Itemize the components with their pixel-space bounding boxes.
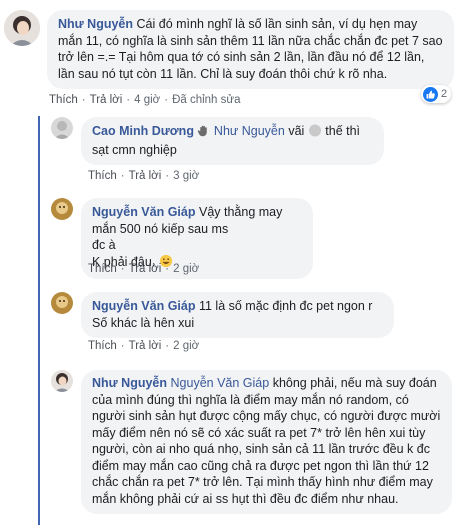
reply-link[interactable]: Trả lời xyxy=(129,263,162,275)
like-link[interactable]: Thích xyxy=(88,340,117,352)
avatar[interactable] xyxy=(51,198,73,220)
avatar[interactable] xyxy=(51,292,73,314)
edited-label: Đã chỉnh sửa xyxy=(172,94,241,106)
comment-actions: Thích · Trả lời · 2 giờ xyxy=(88,263,200,275)
comment-2: Cao Minh Dương Như Nguyễn vãi thế thì sạ… xyxy=(51,117,384,165)
avatar[interactable] xyxy=(4,10,40,46)
mention[interactable]: Như Nguyễn xyxy=(214,124,285,138)
comment-1: Như Nguyễn Cái đó mình nghĩ là số lần si… xyxy=(4,10,454,89)
comment-bubble: Cao Minh Dương Như Nguyễn vãi thế thì sạ… xyxy=(81,117,384,165)
like-link[interactable]: Thích xyxy=(88,170,117,182)
avatar[interactable] xyxy=(51,370,73,392)
like-icon xyxy=(423,86,438,102)
comment-actions: Thích · Trả lời · 3 giờ xyxy=(88,170,200,182)
avatar[interactable] xyxy=(51,117,73,139)
like-link[interactable]: Thích xyxy=(88,263,117,275)
reply-link[interactable]: Trả lời xyxy=(90,94,123,106)
comment-text: không phải, nếu mà suy đoán của mình đún… xyxy=(92,376,441,506)
wave-hand-icon xyxy=(197,124,210,142)
comment-text: 11 là số mặc định đc pet ngon r xyxy=(198,299,373,313)
reaction-count[interactable]: 2 xyxy=(421,85,452,103)
commenter-name[interactable]: Như Nguyễn xyxy=(92,376,167,390)
comment-bubble: Như Nguyễn Cái đó mình nghĩ là số lần si… xyxy=(47,10,454,89)
timestamp[interactable]: 2 giờ xyxy=(173,340,199,352)
like-link[interactable]: Thích xyxy=(49,94,78,106)
reply-link[interactable]: Trả lời xyxy=(129,340,162,352)
comment-actions: Thích · Trả lời · 2 giờ xyxy=(88,340,200,352)
comment-bubble: Như Nguyễn Nguyễn Văn Giáp không phải, n… xyxy=(81,370,452,514)
comment-bubble: Nguyễn Văn Giáp 11 là số mặc định đc pet… xyxy=(81,292,394,338)
comment-text: Số khác là hên xui xyxy=(92,315,195,330)
commenter-name[interactable]: Cao Minh Dương xyxy=(92,124,194,138)
timestamp[interactable]: 4 giờ xyxy=(134,94,160,106)
comment-text: vãi xyxy=(288,124,305,138)
reaction-number: 2 xyxy=(441,88,448,100)
mention[interactable]: Nguyễn Văn Giáp xyxy=(171,376,270,390)
reply-thread-line xyxy=(38,116,40,525)
commenter-name[interactable]: Nguyễn Văn Giáp xyxy=(92,299,196,313)
reply-link[interactable]: Trả lời xyxy=(129,170,162,182)
timestamp[interactable]: 3 giờ xyxy=(173,170,199,182)
comment-text: đc à xyxy=(92,238,116,252)
blurred-emoji-icon xyxy=(308,124,322,142)
commenter-name[interactable]: Nguyễn Văn Giáp xyxy=(92,205,196,219)
commenter-name[interactable]: Như Nguyễn xyxy=(58,17,133,31)
comment-actions: Thích · Trả lời · 4 giờ · Đã chỉnh sửa xyxy=(49,94,241,106)
timestamp[interactable]: 2 giờ xyxy=(173,263,199,275)
comment-5: Như Nguyễn Nguyễn Văn Giáp không phải, n… xyxy=(51,370,452,514)
comment-4: Nguyễn Văn Giáp 11 là số mặc định đc pet… xyxy=(51,292,394,338)
